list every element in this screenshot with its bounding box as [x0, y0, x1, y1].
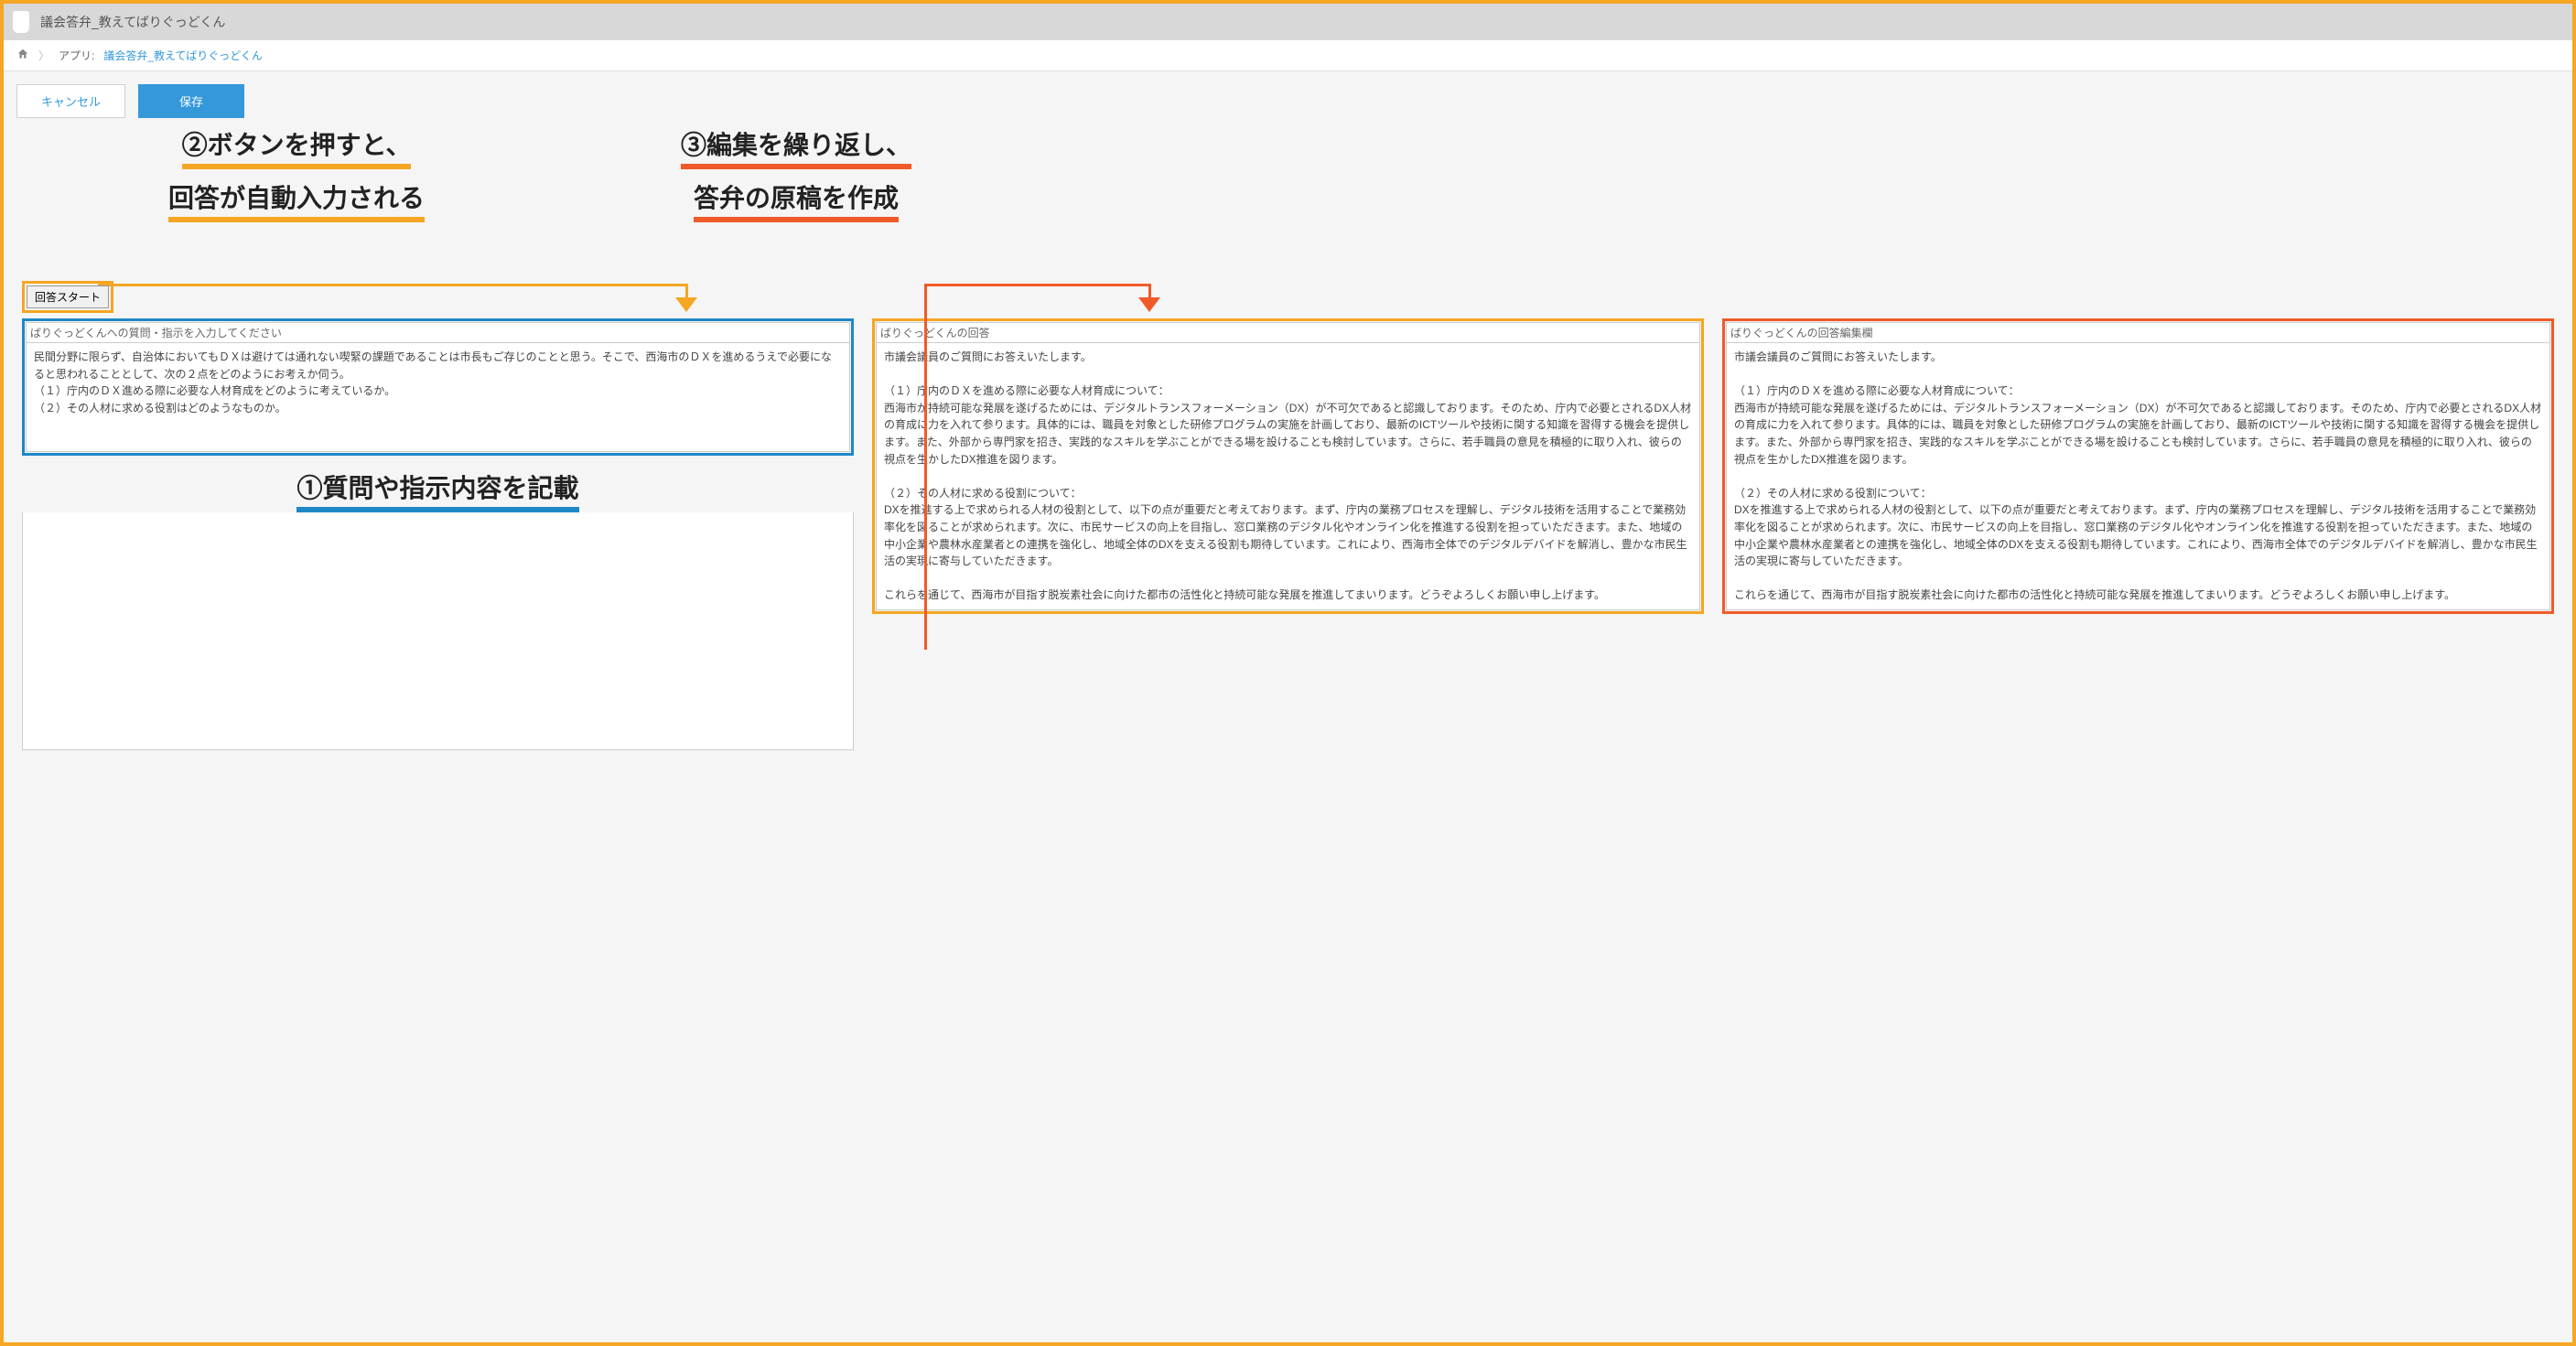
app-icon	[13, 11, 29, 33]
column-answer: ばりぐっどくんの回答 市議会議員のご質問にお答えいたします。 （１）庁内のＤＸを…	[872, 318, 1704, 614]
answer-field-label: ばりぐっどくんの回答	[876, 322, 1700, 342]
edit-field-label: ばりぐっどくんの回答編集欄	[1726, 322, 2550, 342]
question-textarea[interactable]: 民間分野に限らず、自治体においてもＤＸは避けては通れない喫緊の課題であることは市…	[26, 342, 850, 452]
start-button-highlight: 回答スタート	[22, 281, 113, 313]
action-bar: キャンセル 保存	[4, 71, 2572, 125]
annotation-step3: ③編集を繰り返し、 答弁の原稿を作成	[681, 125, 911, 232]
connector-line	[924, 284, 927, 650]
column-question: ばりぐっどくんへの質問・指示を入力してください 民間分野に限らず、自治体において…	[22, 318, 854, 750]
annotation-step2-line2: 回答が自動入力される	[168, 178, 425, 222]
edit-highlight-frame: ばりぐっどくんの回答編集欄 市議会議員のご質問にお答えいたします。 （１）庁内の…	[1722, 318, 2554, 614]
breadcrumb-prefix: アプリ:	[59, 48, 94, 63]
question-field-empty-area[interactable]	[22, 512, 854, 750]
annotation-step2: ②ボタンを押すと、 回答が自動入力される	[168, 125, 425, 232]
breadcrumb-separator: 〉	[38, 48, 49, 63]
annotation-step3-line2: 答弁の原稿を作成	[694, 178, 899, 222]
app-titlebar: 議会答弁_教えてばりぐっどくん	[4, 4, 2572, 40]
form-content: ②ボタンを押すと、 回答が自動入力される ③編集を繰り返し、 答弁の原稿を作成 …	[4, 125, 2572, 778]
answer-textarea[interactable]: 市議会議員のご質問にお答えいたします。 （１）庁内のＤＸを進める際に必要な人材育…	[876, 342, 1700, 610]
breadcrumb-app-link[interactable]: 議会答弁_教えてばりぐっどくん	[103, 48, 262, 63]
form-columns: ばりぐっどくんへの質問・指示を入力してください 民間分野に限らず、自治体において…	[22, 318, 2554, 750]
start-row: 回答スタート	[22, 281, 2554, 313]
breadcrumb: 〉 アプリ: 議会答弁_教えてばりぐっどくん	[4, 40, 2572, 71]
answer-start-button[interactable]: 回答スタート	[27, 285, 109, 308]
app-title: 議会答弁_教えてばりぐっどくん	[40, 13, 225, 31]
annotation-step3-line1: ③編集を繰り返し、	[681, 125, 911, 169]
question-highlight-frame: ばりぐっどくんへの質問・指示を入力してください 民間分野に限らず、自治体において…	[22, 318, 854, 456]
save-button[interactable]: 保存	[138, 84, 244, 118]
answer-highlight-frame: ばりぐっどくんの回答 市議会議員のご質問にお答えいたします。 （１）庁内のＤＸを…	[872, 318, 1704, 614]
annotation-step2-line1: ②ボタンを押すと、	[182, 125, 412, 169]
edit-textarea[interactable]: 市議会議員のご質問にお答えいたします。 （１）庁内のＤＸを進める際に必要な人材育…	[1726, 342, 2550, 610]
annotation-step1: ①質問や指示内容を記載	[296, 468, 578, 512]
cancel-button[interactable]: キャンセル	[16, 84, 125, 118]
question-field-label: ばりぐっどくんへの質問・指示を入力してください	[26, 322, 850, 342]
home-icon[interactable]	[16, 48, 29, 63]
column-edit: ばりぐっどくんの回答編集欄 市議会議員のご質問にお答えいたします。 （１）庁内の…	[1722, 318, 2554, 614]
annotation-step1-wrap: ①質問や指示内容を記載	[22, 468, 854, 512]
annotated-screenshot-frame: 議会答弁_教えてばりぐっどくん 〉 アプリ: 議会答弁_教えてばりぐっどくん キ…	[0, 0, 2576, 1346]
